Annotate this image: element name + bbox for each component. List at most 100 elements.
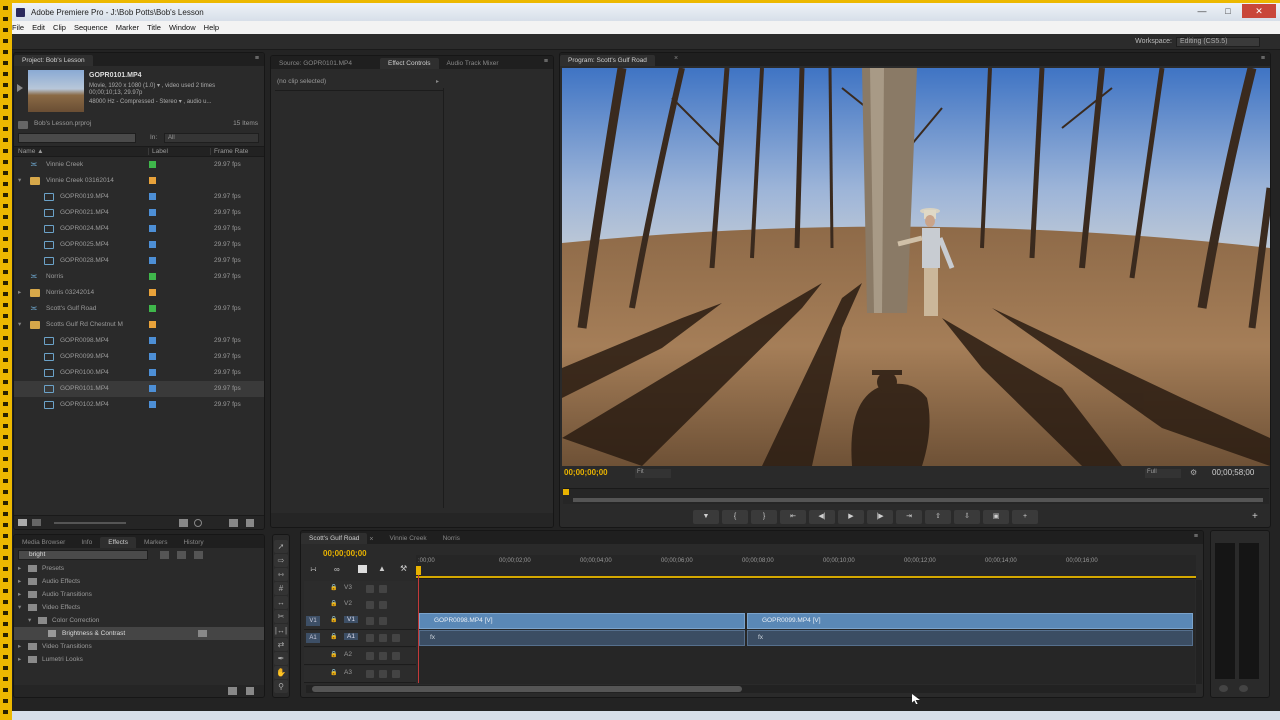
video-clip[interactable]: GOPR0098.MP4 [V] [419,613,745,629]
label-color-swatch[interactable] [149,369,156,376]
label-color-swatch[interactable] [149,273,156,280]
source-patch-a1[interactable]: A1 [306,633,320,643]
snap-icon[interactable]: ∺ [310,565,317,574]
effects-search-input[interactable]: bright [18,550,148,560]
tab-source[interactable]: Source: GOPR0101.MP4 [271,58,360,69]
eye-icon[interactable] [379,617,387,625]
label-color-swatch[interactable] [149,241,156,248]
find-icon[interactable] [194,519,202,527]
yuv-effects-icon[interactable] [194,551,203,559]
new-bin-icon[interactable] [179,519,188,527]
slide-tool-icon[interactable]: ⇄ [274,638,288,651]
menu-clip[interactable]: Clip [53,23,66,32]
tab-sequence-scotts-gulf-road[interactable]: Scott's Gulf Road [301,533,368,544]
solo-right-button[interactable] [1239,685,1248,692]
add-marker-icon[interactable] [358,565,367,573]
playhead-marker[interactable] [563,489,569,495]
label-color-swatch[interactable] [149,289,156,296]
project-item[interactable]: GOPR0102.MP4 29.97 fps [14,397,264,413]
solo-icon[interactable] [379,634,387,642]
lock-icon[interactable]: 🔒 [330,600,337,607]
rate-stretch-tool-icon[interactable]: ↔ [274,596,288,609]
tab-program[interactable]: Program: Scott's Gulf Road [560,55,655,66]
label-color-swatch[interactable] [149,321,156,328]
effects-tree-item[interactable]: ▸ Video Transitions [14,640,264,653]
project-item[interactable]: ▸ Norris 03242014 [14,285,264,301]
add-button-icon[interactable]: + [1252,511,1258,522]
tab-audio-track-mixer[interactable]: Audio Track Mixer [439,58,507,69]
track-header-a2[interactable]: 🔒 A2 [304,648,416,665]
time-ruler[interactable]: :00;00 00;00;02;00 00;00;04;00 00;00;06;00 0… [416,555,1196,579]
maximize-button[interactable]: □ [1216,4,1240,18]
project-item[interactable]: GOPR0100.MP4 29.97 fps [14,365,264,381]
project-item[interactable]: ▾ Vinnie Creek 03162014 [14,173,264,189]
tab-markers[interactable]: Markers [136,537,175,548]
collapsed-arrow-icon[interactable]: ▸ [18,653,21,666]
audio-clip[interactable]: fx [747,630,1193,646]
tab-project[interactable]: Project: Bob's Lesson [14,55,93,66]
menu-file[interactable]: File [12,23,24,32]
lift-button[interactable]: ⇧ [925,510,951,524]
menu-title[interactable]: Title [147,23,161,32]
sync-lock-icon[interactable] [366,617,374,625]
panel-menu-icon[interactable]: ≡ [1261,55,1265,62]
label-color-swatch[interactable] [149,225,156,232]
tab-history[interactable]: History [175,537,211,548]
video-clip[interactable]: GOPR0099.MP4 [V] [747,613,1193,629]
play-poster-icon[interactable] [17,84,23,92]
label-color-swatch[interactable] [149,177,156,184]
mark-out-button[interactable]: } [751,510,777,524]
header-arrow-icon[interactable]: ▸ [436,78,439,85]
button-editor-button[interactable]: + [1012,510,1038,524]
tab-effect-controls[interactable]: Effect Controls [379,58,439,69]
add-marker-button[interactable]: ▼ [693,510,719,524]
project-item[interactable]: GOPR0099.MP4 29.97 fps [14,349,264,365]
project-item[interactable]: GOPR0101.MP4 29.97 fps [14,381,264,397]
track-header-v1[interactable]: V1 🔒 V1 [304,613,416,630]
in-select[interactable]: All [164,133,259,143]
program-video-frame[interactable] [562,68,1270,466]
mute-icon[interactable] [366,652,374,660]
icon-view-icon[interactable] [32,519,41,526]
track-name[interactable]: A3 [344,669,352,676]
solo-left-button[interactable] [1219,685,1228,692]
program-fit-select[interactable]: Fit [635,469,671,478]
label-color-swatch[interactable] [149,257,156,264]
eye-icon[interactable] [379,601,387,609]
program-quality-select[interactable]: Full [1145,469,1181,478]
lock-icon[interactable]: 🔒 [330,616,337,623]
project-item[interactable]: GOPR0028.MP4 29.97 fps [14,253,264,269]
col-name[interactable]: Name ▲ [18,148,44,155]
zoom-slider[interactable] [54,522,126,524]
effects-tree-item[interactable]: ▾ Video Effects [14,601,264,614]
solo-icon[interactable] [379,670,387,678]
trash-icon[interactable] [246,687,254,695]
accelerated-effects-icon[interactable] [160,551,169,559]
label-color-swatch[interactable] [149,161,156,168]
go-to-out-button[interactable]: ⇥ [896,510,922,524]
linked-selection-icon[interactable]: ∞ [334,565,340,574]
wrench-icon[interactable]: ⚒ [400,564,407,573]
list-view-icon[interactable] [18,519,27,526]
mark-in-button[interactable]: { [722,510,748,524]
timeline-horizontal-scrollbar[interactable] [306,685,1196,693]
sync-lock-icon[interactable] [366,601,374,609]
tab-media-browser[interactable]: Media Browser [14,537,73,548]
source-patch-v1[interactable]: V1 [306,616,320,626]
track-header-a3[interactable]: 🔒 A3 [304,666,416,683]
workspace-select[interactable]: Editing (CS5.5) [1176,37,1260,47]
sync-lock-icon[interactable] [366,585,374,593]
lock-icon[interactable]: 🔒 [330,633,337,640]
hand-tool-icon[interactable]: ✋ [274,666,288,679]
expanded-arrow-icon[interactable]: ▾ [28,614,31,627]
rolling-edit-tool-icon[interactable]: # [274,582,288,595]
effects-tree-item[interactable]: ▸ Audio Effects [14,575,264,588]
collapsed-arrow-icon[interactable]: ▸ [18,640,21,653]
program-timecode[interactable]: 00;00;00;00 [564,468,608,477]
expanded-arrow-icon[interactable]: ▾ [18,173,21,189]
label-color-swatch[interactable] [149,385,156,392]
effects-tree-item[interactable]: Brightness & Contrast [14,627,264,640]
collapsed-arrow-icon[interactable]: ▸ [18,575,21,588]
extract-button[interactable]: ⇩ [954,510,980,524]
mute-icon[interactable] [366,634,374,642]
